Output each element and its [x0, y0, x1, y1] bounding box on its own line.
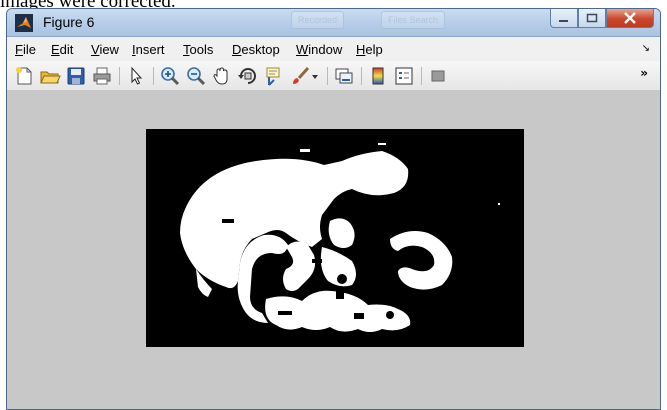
toolbar-separator [327, 67, 328, 85]
menu-label: dit [59, 42, 74, 57]
brush-icon[interactable] [289, 65, 311, 87]
segmented-ct-image [146, 129, 524, 347]
toolbar-separator [153, 67, 154, 85]
background-taskbar-button: Files Search [381, 11, 446, 29]
menu-label: iew [99, 42, 119, 57]
title-bar[interactable]: Figure 6 Recorded Files Search [7, 9, 660, 37]
background-taskbar-button: Recorded [291, 11, 345, 29]
close-icon [624, 12, 636, 24]
menu-desktop[interactable]: Desktop [232, 42, 280, 57]
menu-accelerator: D [232, 42, 242, 57]
menu-file[interactable]: File [15, 42, 36, 57]
menu-label: indow [308, 42, 343, 57]
maximize-button[interactable] [578, 9, 606, 28]
matlab-logo-icon [15, 14, 33, 32]
legend-icon[interactable] [393, 65, 415, 87]
figure-toolbar: » [7, 61, 660, 91]
menu-accelerator: W [296, 42, 309, 57]
menu-label: elp [365, 42, 383, 57]
toolbar-separator [361, 67, 362, 85]
menu-label: ile [22, 42, 36, 57]
menu-label: esktop [241, 42, 280, 57]
zoom-in-icon[interactable] [159, 65, 181, 87]
toolbar-separator [119, 67, 120, 85]
link-plot-icon[interactable] [333, 65, 355, 87]
menu-help[interactable]: Help [356, 42, 383, 57]
close-button[interactable] [606, 9, 654, 28]
colorbar-icon[interactable] [367, 65, 389, 87]
figure-window: Figure 6 Recorded Files Search File Edit… [6, 8, 661, 410]
menu-accelerator: E [51, 42, 60, 57]
menu-label: nsert [135, 42, 165, 57]
print-icon[interactable] [91, 65, 113, 87]
menu-tools[interactable]: Tools [183, 42, 213, 57]
minimize-icon [559, 20, 568, 22]
pan-hand-icon[interactable] [211, 65, 233, 87]
menu-insert[interactable]: Insert [132, 42, 165, 57]
segmented-image-axes[interactable] [146, 129, 524, 347]
toolbar-overflow-icon[interactable]: » [640, 66, 648, 80]
zoom-out-icon[interactable] [185, 65, 207, 87]
menu-bar: File Edit View Insert Tools Desktop Wind… [7, 38, 660, 60]
menu-accelerator: H [356, 42, 366, 57]
window-controls [550, 9, 654, 29]
menu-view[interactable]: View [91, 42, 119, 57]
menu-window[interactable]: Window [296, 42, 342, 57]
save-icon[interactable] [65, 65, 87, 87]
brush-dropdown-icon[interactable] [309, 65, 321, 87]
maximize-icon [586, 13, 598, 23]
menu-label: ools [189, 42, 214, 57]
new-figure-icon[interactable] [13, 65, 35, 87]
menu-accelerator: F [15, 42, 23, 57]
open-file-icon[interactable] [39, 65, 61, 87]
rotate-3d-icon[interactable] [237, 65, 259, 87]
data-cursor-icon[interactable] [263, 65, 285, 87]
window-title: Figure 6 [43, 14, 95, 30]
edit-plot-arrow-icon[interactable] [125, 65, 147, 87]
figure-canvas [7, 91, 660, 409]
minimize-button[interactable] [550, 9, 578, 28]
menu-edit[interactable]: Edit [51, 42, 73, 57]
dock-figure-icon[interactable]: ↘ [642, 43, 650, 54]
plot-tools-icon[interactable] [427, 65, 449, 87]
toolbar-separator [421, 67, 422, 85]
